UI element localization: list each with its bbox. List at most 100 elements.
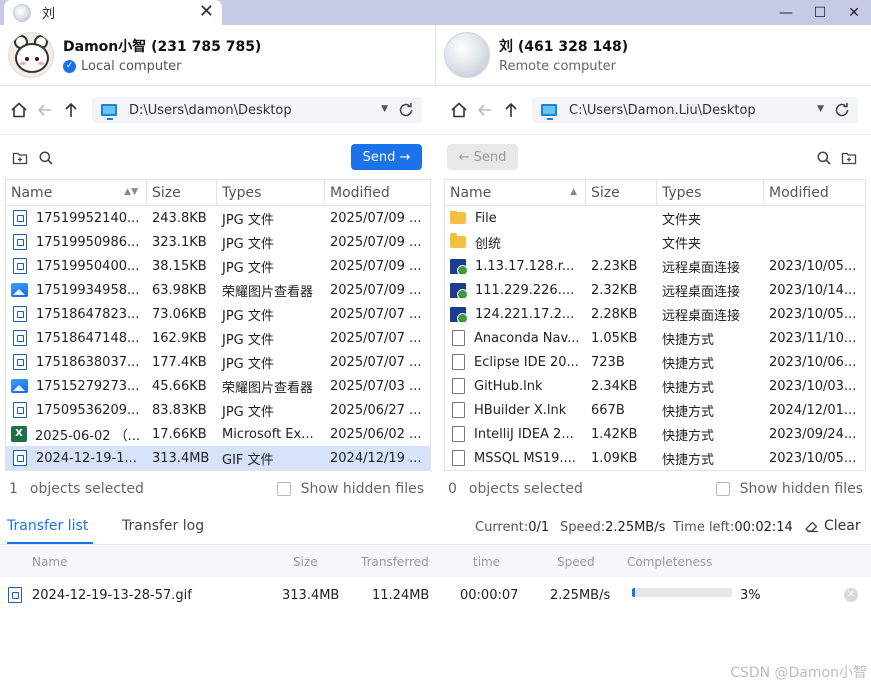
up-arrow-icon[interactable] (498, 97, 524, 123)
column-modified[interactable]: Modified (325, 180, 430, 205)
home-icon[interactable] (446, 97, 472, 123)
tab-transfer-log[interactable]: Transfer log (122, 518, 204, 534)
file-type: 远程桌面连接 (662, 308, 741, 324)
file-name: 17509536209... (36, 402, 140, 418)
local-peer-subtitle: Local computer (81, 59, 182, 74)
file-size: 2.32KB (591, 282, 638, 298)
table-row[interactable]: IntelliJ IDEA 2... 1.42KB 快捷方式 2023/09/24..… (445, 422, 865, 446)
table-row[interactable]: 17519950400... 38.15KB JPG 文件 2025/07/09 ..… (6, 254, 430, 278)
transfer-size: 313.4MB (282, 588, 340, 603)
remote-show-hidden-toggle[interactable]: Show hidden files (715, 481, 863, 497)
cancel-transfer-icon[interactable]: ✕ (844, 588, 858, 602)
file-modified: 2025/07/09 ... (330, 234, 422, 250)
back-arrow-icon[interactable] (472, 97, 498, 123)
minimize-icon[interactable]: — (769, 0, 803, 25)
file-type: 荣耀图片查看器 (222, 284, 314, 300)
tcol-size: Size (293, 555, 318, 569)
table-row[interactable]: File 文件夹 (445, 206, 865, 230)
file-size: 1.09KB (591, 450, 638, 466)
computer-icon (101, 104, 117, 120)
back-arrow-icon[interactable] (32, 97, 58, 123)
column-size[interactable]: Size (586, 180, 657, 205)
remote-desktop-icon (450, 282, 468, 298)
file-name: 创统 (475, 236, 502, 252)
shortcut-file-icon (452, 378, 465, 394)
file-name: 17519952140... (36, 210, 140, 226)
receive-send-button[interactable]: ← Send (447, 144, 518, 170)
file-type: 快捷方式 (662, 452, 715, 468)
table-row[interactable]: GitHub.lnk 2.34KB 快捷方式 2023/10/03... (445, 374, 865, 398)
file-name: IntelliJ IDEA 2... (474, 426, 574, 442)
transfer-time: 00:00:07 (460, 588, 519, 603)
refresh-icon[interactable] (833, 101, 851, 119)
table-row[interactable]: 17515279273... 45.66KB 荣耀图片查看器 2025/07/03 .… (6, 374, 430, 398)
column-types[interactable]: Types (217, 180, 325, 205)
file-size: 667B (591, 402, 625, 418)
table-row[interactable]: 124.221.17.2... 2.28KB 远程桌面连接 2023/10/05... (445, 302, 865, 326)
maximize-icon[interactable]: ☐ (803, 0, 837, 25)
table-row[interactable]: X 2025-06-02 （... 17.66KB Microsoft Ex... 20… (6, 422, 430, 446)
table-row[interactable]: 17519952140... 243.8KB JPG 文件 2025/07/09 ..… (6, 206, 430, 230)
file-type: 文件夹 (662, 236, 702, 252)
local-file-table: Name ▲▼ Size Types Modified 17519952140..… (5, 179, 431, 471)
tcol-name: Name (32, 555, 68, 569)
column-name[interactable]: Name ▲▼ (6, 180, 147, 205)
send-button[interactable]: Send → (351, 144, 422, 170)
column-types[interactable]: Types (657, 180, 764, 205)
search-icon[interactable] (38, 150, 54, 166)
table-row[interactable]: 17509536209... 83.83KB JPG 文件 2025/06/27 ..… (6, 398, 430, 422)
file-size: 73.06KB (152, 306, 207, 322)
file-name: 1.13.17.128.r... (475, 258, 575, 274)
window-controls: — ☐ ✕ (769, 0, 871, 25)
table-row[interactable]: 17519934958... 63.98KB 荣耀图片查看器 2025/07/09 .… (6, 278, 430, 302)
table-row[interactable]: 创统 文件夹 (445, 230, 865, 254)
table-row[interactable]: MSSQL MS19.... 1.09KB 快捷方式 2023/10/05... (445, 446, 865, 470)
new-folder-icon[interactable] (12, 150, 28, 166)
local-show-hidden-toggle[interactable]: Show hidden files (276, 481, 424, 497)
home-icon[interactable] (6, 97, 32, 123)
session-tab[interactable]: 刘 ✕ (4, 0, 222, 25)
image-file-icon (13, 210, 27, 226)
file-name: 17519950986... (36, 234, 140, 250)
table-row[interactable]: 111.229.226.... 2.32KB 远程桌面连接 2023/10/14... (445, 278, 865, 302)
checkbox[interactable] (715, 482, 730, 496)
table-row[interactable]: Eclipse IDE 20... 723B 快捷方式 2023/10/06... (445, 350, 865, 374)
tab-close-icon[interactable]: ✕ (199, 2, 214, 22)
transfer-table-header: Name Size Transferred time Speed Complet… (0, 546, 871, 577)
table-row[interactable]: HBuilder X.lnk 667B 快捷方式 2024/12/01... (445, 398, 865, 422)
table-row[interactable]: 2024-12-19-1... 313.4MB GIF 文件 2024/12/19 .… (6, 446, 430, 470)
up-arrow-icon[interactable] (58, 97, 84, 123)
table-row[interactable]: 17518638037... 177.4KB JPG 文件 2025/07/07 ..… (6, 350, 430, 374)
file-type: 荣耀图片查看器 (222, 380, 314, 396)
file-modified: 2024/12/01... (769, 402, 857, 418)
transfer-row[interactable]: 2024-12-19-13-28-57.gif 313.4MB 11.24MB … (0, 581, 871, 609)
tab-transfer-list[interactable]: Transfer list (7, 518, 88, 534)
checkbox[interactable] (276, 482, 291, 496)
tcol-completeness: Completeness (627, 555, 713, 569)
file-type: JPG 文件 (222, 308, 274, 324)
remote-path-input[interactable]: C:\Users\Damon.Liu\Desktop ▼ (532, 97, 858, 123)
search-icon[interactable] (816, 150, 832, 166)
chevron-down-icon[interactable]: ▼ (817, 104, 824, 114)
refresh-icon[interactable] (397, 101, 415, 119)
column-modified[interactable]: Modified (764, 180, 865, 205)
table-row[interactable]: 1.13.17.128.r... 2.23KB 远程桌面连接 2023/10/05..… (445, 254, 865, 278)
column-name[interactable]: Name ▲ (445, 180, 586, 205)
table-row[interactable]: 17518647823... 73.06KB JPG 文件 2025/07/07 ..… (6, 302, 430, 326)
clear-button[interactable]: Clear (804, 518, 861, 534)
local-path-input[interactable]: D:\Users\damon\Desktop ▼ (92, 97, 422, 123)
close-window-icon[interactable]: ✕ (837, 0, 871, 25)
table-row[interactable]: Anaconda Nav... 1.05KB 快捷方式 2023/11/10... (445, 326, 865, 350)
shortcut-file-icon (452, 330, 465, 346)
file-modified: 2023/10/03... (769, 378, 857, 394)
table-row[interactable]: 17519950986... 323.1KB JPG 文件 2025/07/09 ..… (6, 230, 430, 254)
table-row[interactable]: 17518647148... 162.9KB JPG 文件 2025/07/07 ..… (6, 326, 430, 350)
sort-icon: ▲▼ (124, 187, 138, 197)
file-name: 111.229.226.... (475, 282, 575, 298)
column-size[interactable]: Size (147, 180, 217, 205)
photo-viewer-icon (11, 379, 28, 393)
file-modified: 2023/09/24... (769, 426, 857, 442)
remote-avatar (444, 32, 490, 78)
chevron-down-icon[interactable]: ▼ (381, 104, 388, 114)
new-folder-icon[interactable] (841, 150, 857, 166)
